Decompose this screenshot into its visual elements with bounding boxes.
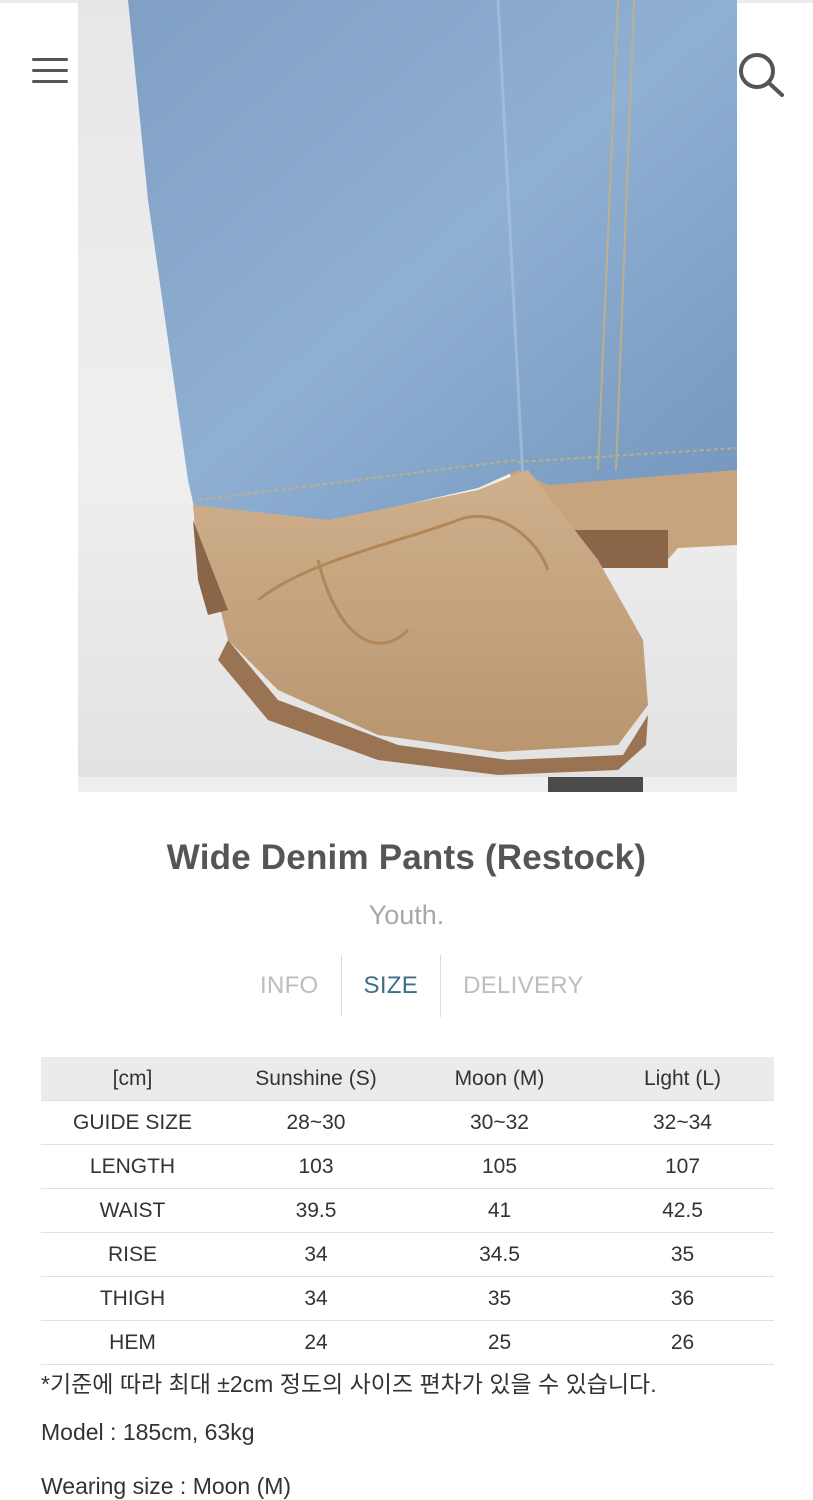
- search-icon-graphic: [739, 53, 784, 97]
- cell-value: 34.5: [408, 1232, 591, 1277]
- cell-value: 26: [591, 1320, 774, 1365]
- product-image[interactable]: [78, 0, 737, 777]
- product-title: Wide Denim Pants (Restock): [166, 838, 647, 877]
- table-row: THIGH 34 35 36: [41, 1276, 774, 1321]
- cell-value: 105: [408, 1144, 591, 1189]
- tab-delivery[interactable]: DELIVERY: [441, 955, 606, 1017]
- table-header-row: [cm] Sunshine (S) Moon (M) Light (L): [41, 1057, 774, 1101]
- wearing-size-info: Wearing size : Moon (M): [41, 1473, 292, 1499]
- menu-line: [32, 80, 68, 83]
- header-size-m: Moon (M): [408, 1057, 591, 1101]
- size-tolerance-note: *기준에 따라 최대 ±2cm 정도의 사이즈 편차가 있을 수 있습니다.: [41, 1371, 657, 1397]
- table-row: HEM 24 25 26: [41, 1320, 774, 1365]
- cell-value: 25: [408, 1320, 591, 1365]
- cell-value: 34: [224, 1276, 408, 1321]
- cell-value: 34: [224, 1232, 408, 1277]
- tab-info[interactable]: INFO: [238, 955, 341, 1017]
- product-photo-illustration: [128, 0, 737, 775]
- cell-value: 42.5: [591, 1188, 774, 1233]
- size-chart-table: [cm] Sunshine (S) Moon (M) Light (L) GUI…: [41, 1057, 774, 1365]
- row-label: LENGTH: [41, 1144, 224, 1189]
- cell-value: 35: [591, 1232, 774, 1277]
- hamburger-menu-icon[interactable]: [32, 56, 68, 86]
- cell-value: 103: [224, 1144, 408, 1189]
- menu-line: [32, 58, 68, 61]
- cell-value: 41: [408, 1188, 591, 1233]
- model-info: Model : 185cm, 63kg: [41, 1419, 255, 1445]
- search-icon[interactable]: [736, 50, 786, 98]
- row-label: GUIDE SIZE: [41, 1100, 224, 1145]
- table-row: WAIST 39.5 41 42.5: [41, 1188, 774, 1233]
- product-tabs: INFO SIZE DELIVERY: [238, 955, 606, 1017]
- cell-value: 36: [591, 1276, 774, 1321]
- brand-name[interactable]: Youth.: [0, 900, 813, 931]
- row-label: THIGH: [41, 1276, 224, 1321]
- table-row: LENGTH 103 105 107: [41, 1144, 774, 1189]
- row-label: WAIST: [41, 1188, 224, 1233]
- cell-value: 32~34: [591, 1100, 774, 1145]
- header-size-l: Light (L): [591, 1057, 774, 1101]
- image-slider-thumb[interactable]: [548, 777, 643, 792]
- header-unit: [cm]: [41, 1057, 224, 1101]
- header-size-s: Sunshine (S): [224, 1057, 408, 1101]
- cell-value: 39.5: [224, 1188, 408, 1233]
- row-label: RISE: [41, 1232, 224, 1277]
- menu-line: [32, 69, 68, 72]
- cell-value: 24: [224, 1320, 408, 1365]
- table-row: GUIDE SIZE 28~30 30~32 32~34: [41, 1100, 774, 1145]
- cell-value: 28~30: [224, 1100, 408, 1145]
- row-label: HEM: [41, 1320, 224, 1365]
- cell-value: 30~32: [408, 1100, 591, 1145]
- table-row: RISE 34 34.5 35: [41, 1232, 774, 1277]
- cell-value: 107: [591, 1144, 774, 1189]
- cell-value: 35: [408, 1276, 591, 1321]
- tab-size[interactable]: SIZE: [342, 955, 441, 1017]
